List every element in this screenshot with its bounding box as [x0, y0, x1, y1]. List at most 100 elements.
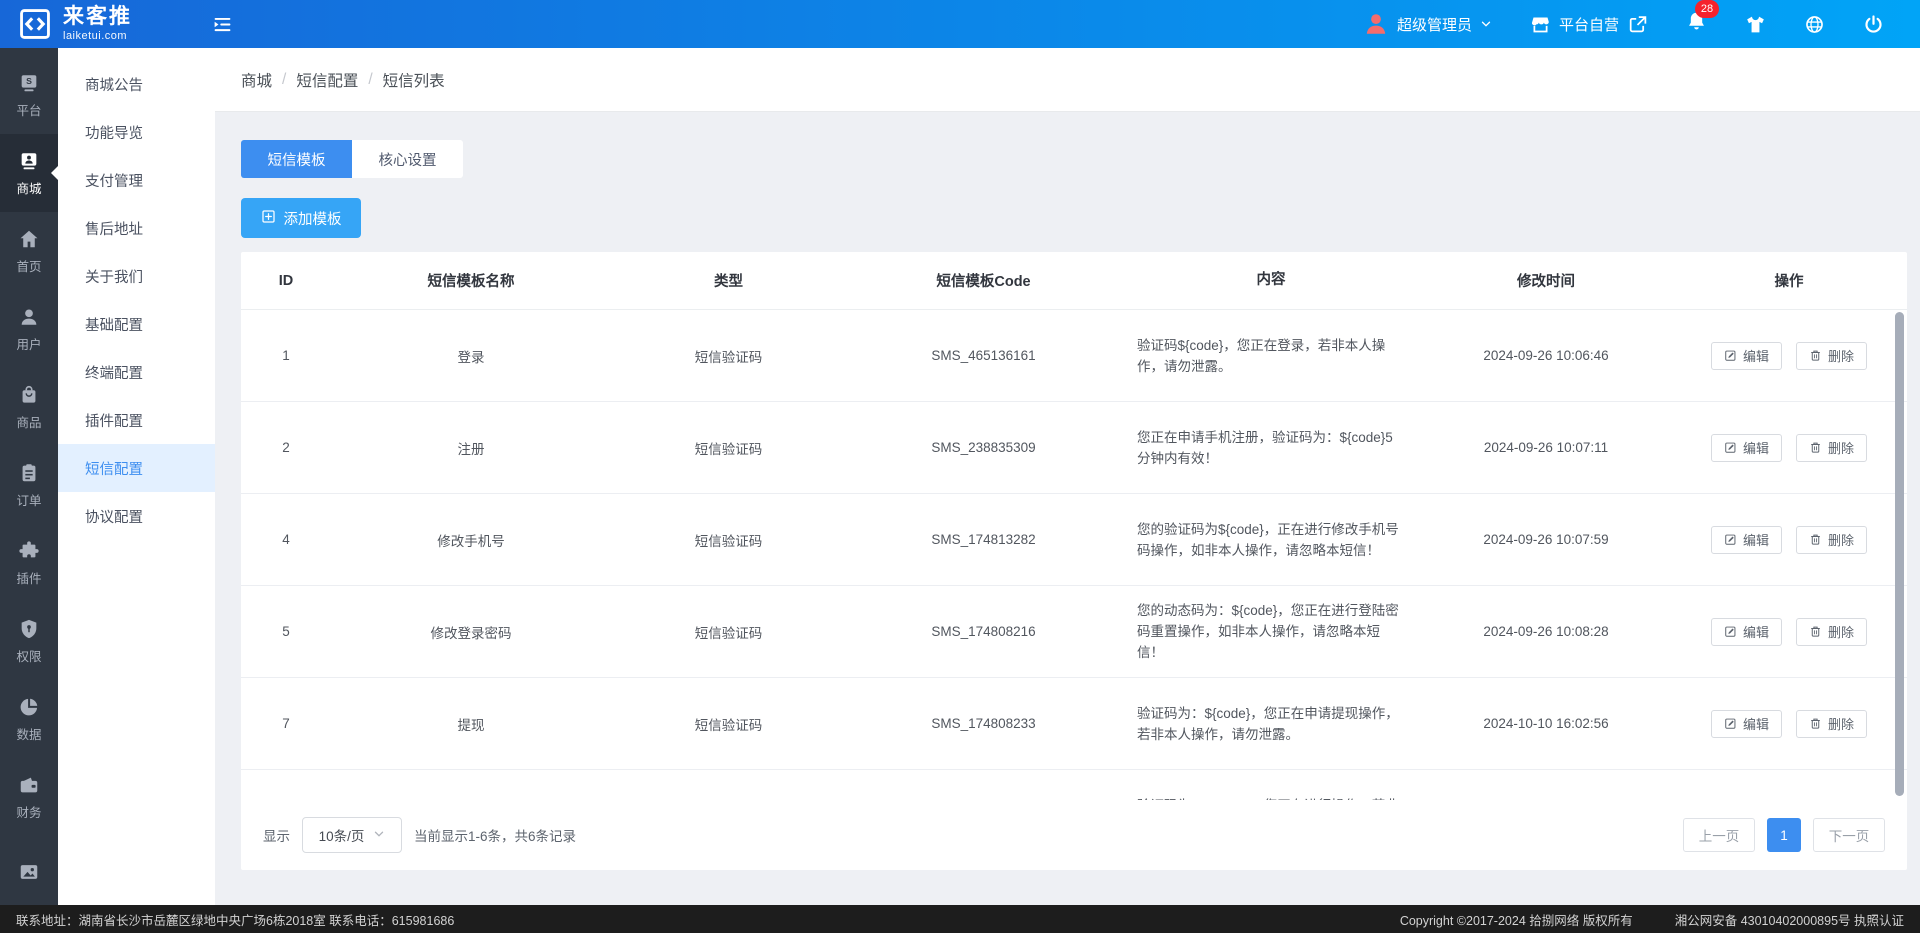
- edit-button[interactable]: 编辑: [1711, 526, 1782, 554]
- app-window: 来客推 laiketui.com 超级管理员 平台自营 28: [0, 0, 1920, 933]
- edit-button-label: 编辑: [1743, 438, 1769, 457]
- cell-id: 2: [241, 440, 331, 455]
- goods-icon: [18, 384, 40, 406]
- column-header-短信模板Code: 短信模板Code: [846, 270, 1121, 291]
- table-body: 1登录短信验证码SMS_465136161验证码${code}，您正在登录，若非…: [241, 310, 1907, 800]
- cell-actions: 编辑 删除: [1671, 618, 1907, 646]
- edit-button[interactable]: 编辑: [1711, 710, 1782, 738]
- cell-modified-time: 2024-09-26 10:07:59: [1421, 532, 1671, 547]
- tab-核心设置[interactable]: 核心设置: [352, 140, 463, 178]
- logout-power-button[interactable]: [1863, 14, 1884, 35]
- table-scrollbar[interactable]: [1895, 312, 1904, 796]
- submenu-item-售后地址[interactable]: 售后地址: [58, 204, 215, 252]
- submenu-item-终端配置[interactable]: 终端配置: [58, 348, 215, 396]
- rail-item-商城[interactable]: 商城: [0, 134, 58, 212]
- column-header-操作: 操作: [1671, 270, 1907, 291]
- rail-item-权限[interactable]: 权限: [0, 602, 58, 680]
- table-row: 1登录短信验证码SMS_465136161验证码${code}，您正在登录，若非…: [241, 310, 1907, 402]
- delete-button[interactable]: 删除: [1796, 526, 1867, 554]
- edit-button[interactable]: 编辑: [1711, 342, 1782, 370]
- pagination-bar: 显示 10条/页 当前显示1-6条，共6条记录 上一页 1 下一页: [241, 800, 1907, 870]
- delete-button[interactable]: 删除: [1796, 342, 1867, 370]
- rail-item-label: 插件: [16, 568, 41, 587]
- edit-icon: [1724, 625, 1737, 638]
- cell-type: 短信验证码: [611, 622, 846, 642]
- cell-modified-time: 2024-10-10 16:02:56: [1421, 716, 1671, 731]
- rail-item-label: 权限: [16, 646, 41, 665]
- prev-page-button[interactable]: 上一页: [1683, 818, 1755, 852]
- submenu-item-关于我们[interactable]: 关于我们: [58, 252, 215, 300]
- rail-item-商品[interactable]: 商品: [0, 368, 58, 446]
- edit-button[interactable]: 编辑: [1711, 434, 1782, 462]
- footer-beian[interactable]: 湘公网安备 43010402000895号 执照认证: [1675, 910, 1904, 929]
- rail-item-数据[interactable]: 数据: [0, 680, 58, 758]
- edit-icon: [1724, 349, 1737, 362]
- edit-button-label: 编辑: [1743, 622, 1769, 641]
- user-name: 超级管理员: [1397, 14, 1472, 35]
- rail-item-平台[interactable]: S平台: [0, 56, 58, 134]
- page-number-current[interactable]: 1: [1767, 818, 1801, 852]
- auth-icon: [18, 618, 40, 640]
- edit-button[interactable]: 编辑: [1711, 618, 1782, 646]
- delete-button-label: 删除: [1828, 714, 1854, 733]
- edit-icon: [1724, 441, 1737, 454]
- rail-item-media-icon[interactable]: [0, 836, 58, 914]
- pager: 上一页 1 下一页: [1683, 818, 1885, 852]
- rail-item-label: 数据: [16, 724, 41, 743]
- submenu-item-基础配置[interactable]: 基础配置: [58, 300, 215, 348]
- table-row: 验证码为：${code}，您正在进行操作，若非本人操作，请勿泄露。编辑删除: [241, 770, 1907, 800]
- submenu-item-支付管理[interactable]: 支付管理: [58, 156, 215, 204]
- language-globe-button[interactable]: [1804, 14, 1825, 35]
- rail-item-用户[interactable]: 用户: [0, 290, 58, 368]
- cell-content: 您正在申请手机注册，验证码为：${code}5分钟内有效！: [1121, 427, 1421, 469]
- rail-item-财务[interactable]: 财务: [0, 758, 58, 836]
- cell-modified-time: 2024-09-26 10:08:28: [1421, 624, 1671, 639]
- tab-短信模板[interactable]: 短信模板: [241, 140, 352, 178]
- notifications-button[interactable]: 28: [1686, 11, 1707, 37]
- sidebar-submenu: 商城公告功能导览支付管理售后地址关于我们基础配置终端配置插件配置短信配置协议配置: [58, 48, 215, 933]
- add-template-label: 添加模板: [284, 208, 342, 229]
- delete-button-label: 删除: [1828, 622, 1854, 641]
- rail-item-label: 用户: [16, 334, 41, 353]
- table-row: 5修改登录密码短信验证码SMS_174808216您的动态码为：${code}，…: [241, 586, 1907, 678]
- brand-title: 来客推: [63, 6, 132, 27]
- page-size-select[interactable]: 10条/页: [302, 817, 402, 853]
- cell-actions: 编辑 删除: [1671, 710, 1907, 738]
- select-chevron-icon: [373, 828, 385, 843]
- rail-item-首页[interactable]: 首页: [0, 212, 58, 290]
- breadcrumb-item-sms-config[interactable]: 短信配置: [296, 69, 358, 91]
- cell-content: 您的验证码为${code}，正在进行修改手机号码操作，如非本人操作，请忽略本短信…: [1121, 519, 1421, 561]
- shop-link[interactable]: 平台自营: [1530, 14, 1648, 35]
- next-page-button[interactable]: 下一页: [1813, 818, 1885, 852]
- theme-tshirt-button[interactable]: [1745, 14, 1766, 35]
- delete-button[interactable]: 删除: [1796, 710, 1867, 738]
- delete-button[interactable]: 删除: [1796, 618, 1867, 646]
- rail-item-插件[interactable]: 插件: [0, 524, 58, 602]
- breadcrumb-item-mall[interactable]: 商城: [241, 69, 272, 91]
- platform-icon: S: [18, 72, 40, 94]
- submenu-item-协议配置[interactable]: 协议配置: [58, 492, 215, 540]
- brand-subtitle: laiketui.com: [63, 30, 132, 42]
- delete-button[interactable]: 删除: [1796, 434, 1867, 462]
- page-size-label: 显示: [263, 825, 290, 845]
- table-row: 2注册短信验证码SMS_238835309您正在申请手机注册，验证码为：${co…: [241, 402, 1907, 494]
- delete-button-label: 删除: [1828, 530, 1854, 549]
- user-menu[interactable]: 超级管理员: [1363, 11, 1492, 37]
- storefront-icon: [1530, 14, 1551, 35]
- submenu-item-功能导览[interactable]: 功能导览: [58, 108, 215, 156]
- edit-button-label: 编辑: [1743, 714, 1769, 733]
- submenu-item-插件配置[interactable]: 插件配置: [58, 396, 215, 444]
- cell-template-code: SMS_174808216: [846, 624, 1121, 639]
- add-template-button[interactable]: 添加模板: [241, 198, 361, 238]
- mall-icon: [18, 150, 40, 172]
- logo: 来客推 laiketui.com: [0, 6, 196, 42]
- collapse-menu-icon[interactable]: [212, 14, 233, 35]
- breadcrumb-separator: /: [282, 71, 286, 89]
- submenu-item-商城公告[interactable]: 商城公告: [58, 60, 215, 108]
- trash-icon: [1809, 441, 1822, 454]
- cell-id: 1: [241, 348, 331, 363]
- rail-item-label: 财务: [16, 802, 41, 821]
- rail-item-订单[interactable]: 订单: [0, 446, 58, 524]
- submenu-item-短信配置[interactable]: 短信配置: [58, 444, 215, 492]
- footer-address: 联系地址：湖南省长沙市岳麓区绿地中央广场6栋2018室 联系电话：6159816…: [16, 910, 454, 929]
